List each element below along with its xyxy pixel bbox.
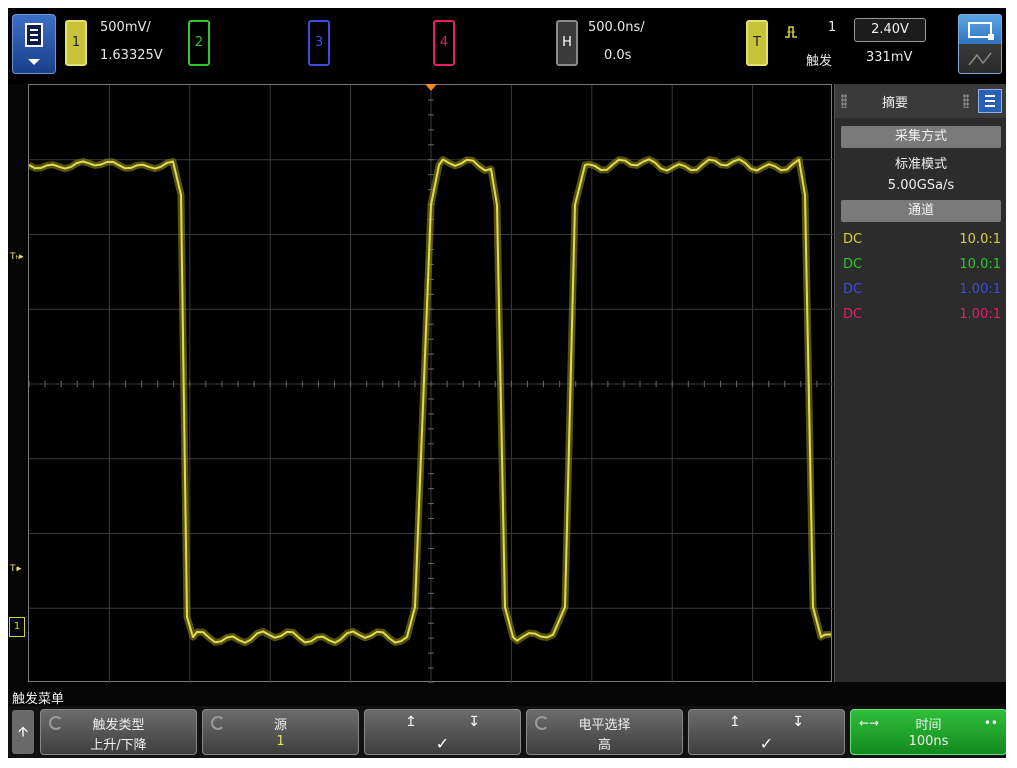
horizontal-scale: 500.0ns/ <box>588 20 645 35</box>
channel-probe: 10.0:1 <box>959 232 1001 247</box>
trigger-source: 1 <box>828 20 837 35</box>
softkey-value: 上升/下降 <box>90 738 147 753</box>
graticule-grid <box>29 85 833 683</box>
channel-1-button[interactable]: 1 <box>65 20 87 66</box>
oscilloscope-screen: 1 500mV/ 1.63325V 2 3 4 H 500.0ns/ 0.0s … <box>8 8 1006 758</box>
channels-header: 通道 <box>841 200 1001 222</box>
softkey-source[interactable]: 源 1 <box>202 709 359 755</box>
trigger-position-marker[interactable] <box>425 84 437 91</box>
softkey-time[interactable]: ←→ •• 时间 100ns <box>850 709 1006 755</box>
softkey-bar: 🡩 触发类型 上升/下降 源 1 ↥ ↧ ✓ 电平选择 高 ↥ ↧ ✓ ←→ •… <box>8 706 1006 758</box>
softkey-trigger-type[interactable]: 触发类型 上升/下降 <box>40 709 197 755</box>
softkey-value: 100ns <box>908 734 949 749</box>
channel-3-button[interactable]: 3 <box>308 20 330 66</box>
main-menu-button[interactable] <box>12 14 56 74</box>
softkey-label: 电平选择 <box>578 718 631 733</box>
acquisition-header: 采集方式 <box>841 126 1001 148</box>
falling-edge-icon: ↧ <box>468 714 480 730</box>
acquisition-mode: 标准模式 <box>894 157 947 172</box>
channel-1-ground-marker[interactable]: 1 <box>9 617 25 637</box>
horizontal-delay: 0.0s <box>604 48 632 63</box>
trigger-level: 331mV <box>866 50 913 65</box>
summary-panel: 摘要 采集方式 标准模式 5.00GSa/s 通道 DC 10.0:1 DC 1… <box>834 84 1006 682</box>
softkey-value: 1 <box>276 734 285 749</box>
horizontal-button[interactable]: H <box>556 20 578 66</box>
softkey-edge-select[interactable]: ↥ ↧ ✓ <box>688 709 845 755</box>
softkey-value: 高 <box>597 738 611 753</box>
channel-probe: 10.0:1 <box>959 257 1001 272</box>
falling-edge-icon: ↧ <box>792 714 804 730</box>
trigger-high-marker[interactable]: Tₕ▸ <box>10 252 24 262</box>
rising-falling-edge-icon <box>785 26 797 38</box>
panel-menu-icon[interactable] <box>978 89 1002 113</box>
summary-panel-title: 摘要 <box>881 96 908 111</box>
channel-coupling: DC <box>843 232 863 247</box>
trigger-button[interactable]: T <box>746 20 768 66</box>
trigger-mode: 触发 <box>806 54 833 69</box>
channel-coupling: DC <box>843 257 863 272</box>
softkey-label: 源 <box>273 718 287 733</box>
menu-icon <box>25 23 43 47</box>
zoom-button[interactable] <box>958 14 1002 74</box>
ch1-offset: 1.63325V <box>100 48 163 63</box>
ch1-scale: 500mV/ <box>100 20 151 35</box>
zoom-icon <box>968 22 994 66</box>
sample-rate: 5.00GSa/s <box>887 178 955 193</box>
summary-panel-header: 摘要 <box>835 84 1006 118</box>
drag-handle-icon[interactable] <box>963 94 969 108</box>
channel-2-button[interactable]: 2 <box>188 20 210 66</box>
channel-probe: 1.00:1 <box>959 307 1001 322</box>
softkey-label: 时间 <box>915 718 942 733</box>
menu-back-button[interactable]: 🡩 <box>12 710 34 754</box>
softkey-level-select[interactable]: 电平选择 高 <box>526 709 683 755</box>
channel-1-trace <box>29 158 832 644</box>
softkey-menu-title: 触发菜单 <box>12 692 65 707</box>
check-icon: ✓ <box>435 734 450 753</box>
softkey-label: 触发类型 <box>92 718 145 733</box>
check-icon: ✓ <box>759 734 774 753</box>
chevron-down-icon <box>28 59 40 65</box>
trigger-low-marker[interactable]: Tₗ▸ <box>10 564 22 574</box>
waveform-display[interactable] <box>28 84 833 683</box>
trigger-level-box[interactable]: 2.40V <box>854 18 926 42</box>
channel-probe: 1.00:1 <box>959 282 1001 297</box>
rising-edge-icon: ↥ <box>405 714 417 730</box>
rising-edge-icon: ↥ <box>729 714 741 730</box>
channel-coupling: DC <box>843 307 863 322</box>
channel-coupling: DC <box>843 282 863 297</box>
channel-4-button[interactable]: 4 <box>433 20 455 66</box>
softkey-edge-rising-falling[interactable]: ↥ ↧ ✓ <box>364 709 521 755</box>
top-status-bar: 1 500mV/ 1.63325V 2 3 4 H 500.0ns/ 0.0s … <box>8 8 1006 84</box>
